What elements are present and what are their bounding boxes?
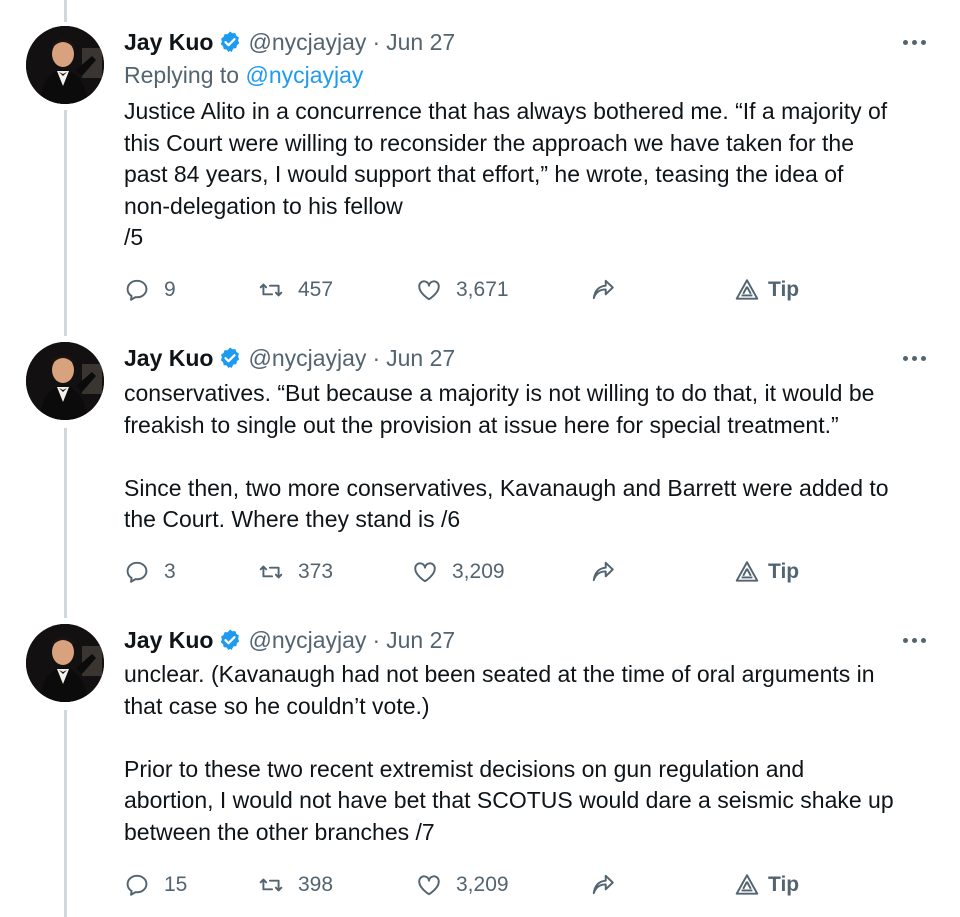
share-icon (592, 874, 614, 895)
heart-icon (418, 280, 440, 301)
share-button[interactable] (590, 557, 616, 587)
tweet-actions: 9 457 3,671 Tip (124, 275, 824, 305)
like-count: 3,209 (452, 560, 505, 583)
tweet[interactable]: Jay Kuo @nycjayjay · Jun 27 conservative… (0, 342, 960, 602)
tweet-date[interactable]: Jun 27 (386, 627, 455, 654)
author-name[interactable]: Jay Kuo (124, 627, 213, 654)
tweet-date[interactable]: Jun 27 (386, 345, 455, 372)
share-button[interactable] (590, 275, 616, 305)
avatar-image (26, 342, 104, 420)
more-icon[interactable] (903, 26, 926, 58)
retweet-icon (259, 878, 283, 892)
tweet-actions: 15 398 3,209 Tip (124, 870, 824, 900)
retweet-button[interactable]: 457 (258, 275, 333, 305)
reply-icon (126, 561, 148, 583)
separator-dot: · (372, 626, 381, 653)
like-button[interactable]: 3,209 (412, 557, 505, 587)
tweet-text: unclear. (Kavanaugh had not been seated … (124, 661, 894, 845)
thread-feed: Jay Kuo @nycjayjay · Jun 27 Replying to … (0, 0, 960, 917)
retweet-icon (259, 283, 283, 297)
avatar[interactable] (26, 624, 104, 702)
retweet-icon (259, 565, 283, 579)
separator-dot: · (372, 28, 381, 55)
tweet-text: conservatives. “But because a majority i… (124, 380, 889, 532)
verified-badge-icon (218, 628, 242, 652)
like-count: 3,671 (456, 278, 509, 301)
tweet-actions: 3 373 3,209 Tip (124, 557, 824, 587)
tweet-header: Jay Kuo @nycjayjay · Jun 27 (124, 624, 455, 656)
more-icon[interactable] (903, 624, 926, 656)
retweet-count: 457 (298, 278, 334, 301)
reply-count: 3 (164, 560, 176, 583)
reply-count: 9 (164, 278, 176, 301)
retweet-count: 373 (298, 560, 334, 583)
reply-icon (126, 279, 148, 301)
tip-icon (735, 279, 759, 300)
retweet-button[interactable]: 373 (258, 557, 333, 587)
tip-label: Tip (768, 560, 800, 583)
tweet[interactable]: Jay Kuo @nycjayjay · Jun 27 Replying to … (0, 26, 960, 326)
like-button[interactable]: 3,671 (416, 275, 509, 305)
tip-label: Tip (768, 278, 800, 301)
author-handle[interactable]: @nycjayjay (248, 627, 366, 654)
more-icon[interactable] (903, 342, 926, 374)
reply-icon (126, 874, 148, 896)
reply-button[interactable]: 9 (124, 275, 176, 305)
author-handle[interactable]: @nycjayjay (248, 29, 366, 56)
avatar[interactable] (26, 26, 104, 104)
heart-icon (418, 875, 440, 896)
avatar-image (26, 624, 104, 702)
replying-to: Replying to @nycjayjay (124, 62, 363, 89)
share-icon (592, 561, 614, 582)
author-handle[interactable]: @nycjayjay (248, 345, 366, 372)
tweet-header: Jay Kuo @nycjayjay · Jun 27 (124, 342, 455, 374)
verified-badge-icon (218, 30, 242, 54)
replying-to-mention[interactable]: @nycjayjay (245, 62, 363, 88)
author-name[interactable]: Jay Kuo (124, 345, 213, 372)
reply-button[interactable]: 15 (124, 870, 187, 900)
reply-count: 15 (164, 873, 188, 896)
avatar-image (26, 26, 104, 104)
retweet-count: 398 (298, 873, 334, 896)
tweet-header: Jay Kuo @nycjayjay · Jun 27 (124, 26, 455, 58)
tip-icon (735, 561, 759, 582)
like-count: 3,209 (456, 873, 509, 896)
tweet-date[interactable]: Jun 27 (386, 29, 455, 56)
verified-badge-icon (218, 346, 242, 370)
reply-button[interactable]: 3 (124, 557, 176, 587)
tweet-text: Justice Alito in a concurrence that has … (124, 98, 888, 250)
tip-button[interactable]: Tip (734, 275, 799, 305)
like-button[interactable]: 3,209 (416, 870, 509, 900)
retweet-button[interactable]: 398 (258, 870, 333, 900)
tip-icon (735, 874, 759, 895)
avatar[interactable] (26, 342, 104, 420)
separator-dot: · (372, 344, 381, 371)
share-icon (592, 279, 614, 300)
replying-to-prefix: Replying to (124, 62, 246, 88)
thread-line (64, 0, 67, 22)
author-name[interactable]: Jay Kuo (124, 29, 213, 56)
tip-label: Tip (768, 873, 800, 896)
share-button[interactable] (590, 870, 616, 900)
tweet[interactable]: Jay Kuo @nycjayjay · Jun 27 unclear. (Ka… (0, 624, 960, 917)
tip-button[interactable]: Tip (734, 557, 799, 587)
heart-icon (414, 562, 436, 583)
tip-button[interactable]: Tip (734, 870, 799, 900)
